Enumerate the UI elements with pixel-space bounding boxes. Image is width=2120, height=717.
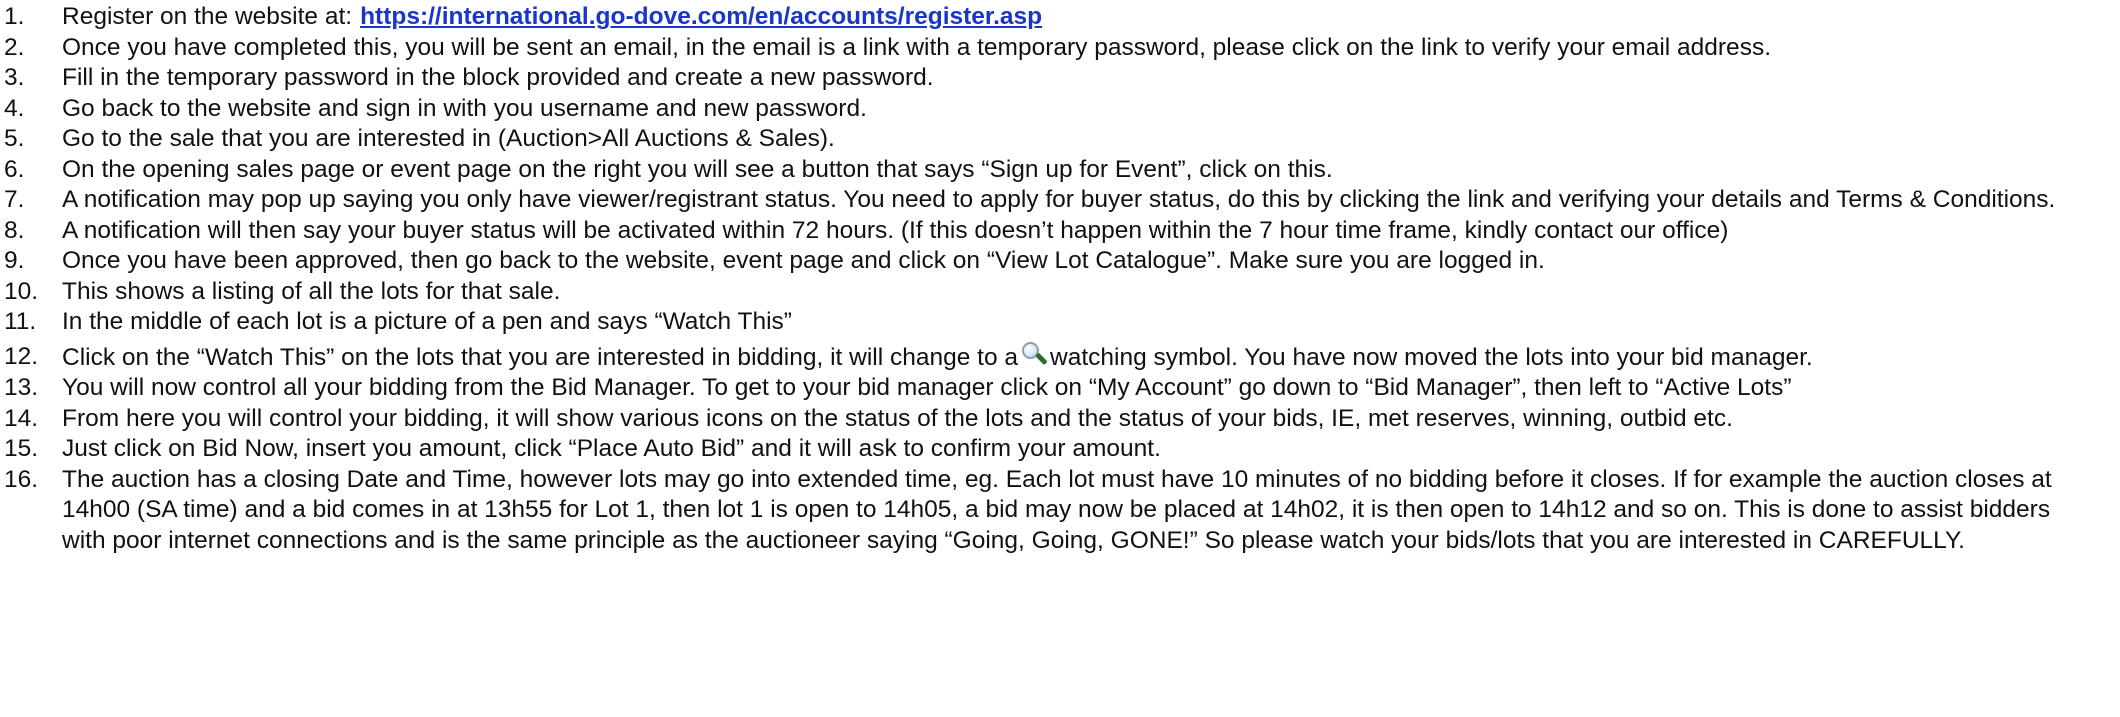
step-12-text-after: watching symbol. You have now moved the … [1050, 343, 1813, 371]
step-number: 3. [4, 64, 25, 91]
step-8: 8. A notification will then say your buy… [4, 216, 2080, 247]
step-text: Fill in the temporary password in the bl… [62, 64, 934, 91]
step-number: 5. [4, 125, 25, 152]
step-number: 14. [4, 404, 39, 432]
step-number: 1. [4, 3, 25, 30]
step-15: 15. Just click on Bid Now, insert you am… [4, 434, 2080, 465]
step-11: 11. In the middle of each lot is a pictu… [4, 307, 2080, 338]
step-number: 16. [4, 465, 39, 493]
step-1-text: Register on the website at: [62, 3, 353, 30]
step-text: This shows a listing of all the lots for… [62, 277, 561, 305]
step-text: In the middle of each lot is a picture o… [62, 308, 792, 335]
step-number: 8. [4, 216, 25, 244]
step-text: Click on the “Watch This” on the lots th… [62, 341, 2080, 374]
steps-list: 1. Register on the website at: https://in… [4, 2, 2080, 556]
step-text: Once you have completed this, you will b… [62, 33, 1771, 61]
step-text: You will now control all your bidding fr… [62, 374, 1792, 401]
step-number: 4. [4, 94, 25, 122]
step-16: 16. The auction has a closing Date and T… [4, 465, 2080, 557]
step-12-text-before: Click on the “Watch This” on the lots th… [62, 343, 1019, 371]
step-text: A notification will then say your buyer … [62, 216, 1729, 244]
step-text: Go to the sale that you are interested i… [62, 125, 835, 152]
step-number: 9. [4, 247, 25, 274]
step-number: 15. [4, 435, 39, 462]
step-number: 7. [4, 186, 25, 213]
step-number: 11. [4, 308, 37, 335]
step-text: Once you have been approved, then go bac… [62, 247, 1545, 274]
step-number: 2. [4, 33, 25, 61]
step-6: 6. On the opening sales page or event pa… [4, 155, 2080, 186]
instructions-document: 1. Register on the website at: https://in… [0, 0, 2080, 556]
step-text: Just click on Bid Now, insert you amount… [62, 435, 1161, 462]
step-text: On the opening sales page or event page … [62, 155, 1333, 183]
step-4: 4. Go back to the website and sign in wi… [4, 94, 2080, 125]
step-text: Register on the website at: https://inter… [62, 2, 2080, 33]
step-number: 10. [4, 277, 39, 305]
magnifier-icon [1020, 341, 1048, 368]
step-number: 12. [4, 342, 39, 370]
step-text: A notification may pop up saying you onl… [62, 186, 2056, 213]
step-text: The auction has a closing Date and Time,… [62, 465, 2052, 554]
step-number: 13. [4, 374, 39, 401]
register-link[interactable]: https://international.go-dove.com/en/acc… [360, 3, 1042, 30]
step-12: 12. Click on the “Watch This” on the lot… [4, 341, 2080, 374]
step-3: 3. Fill in the temporary password in the… [4, 63, 2080, 94]
step-5: 5. Go to the sale that you are intereste… [4, 124, 2080, 155]
step-text: From here you will control your bidding,… [62, 404, 1733, 432]
step-number: 6. [4, 155, 25, 183]
step-10: 10. This shows a listing of all the lots… [4, 277, 2080, 308]
step-9: 9. Once you have been approved, then go … [4, 246, 2080, 277]
step-1: 1. Register on the website at: https://in… [4, 2, 2080, 33]
step-2: 2. Once you have completed this, you wil… [4, 33, 2080, 64]
step-7: 7. A notification may pop up saying you … [4, 185, 2080, 216]
step-14: 14. From here you will control your bidd… [4, 404, 2080, 435]
step-text: Go back to the website and sign in with … [62, 94, 867, 122]
step-13: 13. You will now control all your biddin… [4, 373, 2080, 404]
